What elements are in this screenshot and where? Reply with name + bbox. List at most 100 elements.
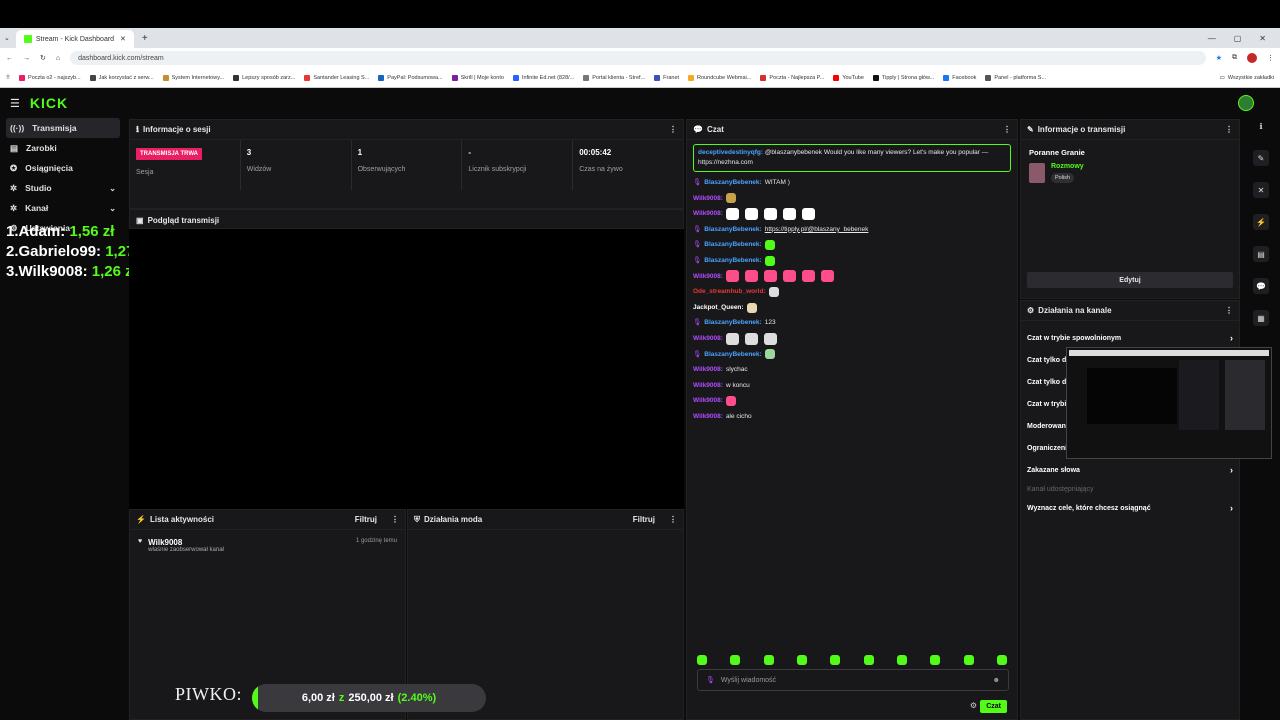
chat-username[interactable]: Wilk9008:: [693, 331, 723, 347]
edit-button[interactable]: Edytuj: [1027, 272, 1233, 288]
bookmark-item[interactable]: Lepszy sposób zarz...: [233, 74, 295, 81]
bookmark-item[interactable]: PayPal: Podsumowa...: [378, 74, 443, 81]
bookmark-item[interactable]: Santander Leasing S...: [304, 74, 369, 81]
bookmark-item[interactable]: Infinite Ed.net (828/...: [512, 74, 574, 81]
activity-user[interactable]: Wilk9008: [148, 538, 224, 547]
sidebar-item-kanał[interactable]: ✲ Kanał ⌄: [6, 198, 120, 218]
channel-actions-menu-icon[interactable]: ⋮: [1225, 306, 1233, 315]
pinned-user[interactable]: deceptivedestinyqfg:: [698, 149, 763, 156]
chat-username[interactable]: BlaszanyBebenek:: [704, 175, 761, 191]
chat-username[interactable]: BlaszanyBebenek:: [704, 253, 761, 269]
chat-username[interactable]: BlaszanyBebenek:: [704, 237, 761, 253]
chevron-down-icon[interactable]: ⌄: [109, 204, 116, 213]
extensions-icon[interactable]: ⧉: [1232, 54, 1237, 62]
channel-action-item[interactable]: Zakazane słowa ›: [1025, 459, 1235, 481]
bookmark-item[interactable]: Facebook: [943, 74, 976, 81]
emote-picker-icon[interactable]: [763, 655, 774, 665]
emote-picker-icon[interactable]: [830, 655, 841, 665]
chat-username[interactable]: Ode_streamhub_world:: [693, 284, 766, 300]
chat-menu-icon[interactable]: ⋮: [1003, 125, 1011, 134]
stream-info-menu-icon[interactable]: ⋮: [1225, 125, 1233, 134]
emoji-icon[interactable]: ☻: [993, 677, 1000, 684]
emote-picker-icon[interactable]: [896, 655, 907, 665]
bolt-rail-icon[interactable]: ⚡: [1253, 214, 1269, 230]
bookmark-item[interactable]: Roundcube Webmai...: [688, 74, 751, 81]
menu-icon[interactable]: ⋮: [1267, 54, 1274, 62]
document-rail-icon[interactable]: ▤: [1253, 246, 1269, 262]
close-tab-icon[interactable]: ✕: [120, 35, 126, 43]
maximize-icon[interactable]: ▢: [1234, 34, 1242, 43]
chat-username[interactable]: Wilk9008:: [693, 393, 723, 409]
chat-rail-icon[interactable]: 💬: [1253, 278, 1269, 294]
emote-picker-icon[interactable]: [863, 655, 874, 665]
chevron-down-icon[interactable]: ⌄: [109, 184, 116, 193]
bookmark-item[interactable]: Poczta o2 - najszyb...: [19, 74, 81, 81]
chat-username[interactable]: Wilk9008:: [693, 191, 723, 207]
bookmark-item[interactable]: Poczta - Najlepsza P...: [760, 74, 824, 81]
stream-preview[interactable]: [129, 229, 684, 509]
chat-text[interactable]: https://tipply.pl/@blaszany_bebenek: [765, 222, 869, 238]
reload-icon[interactable]: ↻: [40, 54, 46, 62]
activity-filter-button[interactable]: Filtruj: [355, 515, 377, 524]
chat-username[interactable]: Wilk9008:: [693, 378, 723, 394]
sidebar-item-zarobki[interactable]: ▤ Zarobki: [6, 138, 120, 158]
sidebar-item-osiągnięcia[interactable]: ✪ Osiągnięcia: [6, 158, 120, 178]
close-window-icon[interactable]: ✕: [1259, 34, 1266, 43]
bookmark-item[interactable]: Jak korzystać z serw...: [89, 74, 154, 81]
activity-item[interactable]: ♥ Wilk9008 właśnie zaobserwował kanał 1 god…: [130, 530, 405, 561]
emote-picker-icon[interactable]: [963, 655, 974, 665]
category-name[interactable]: Rozmowy: [1051, 163, 1084, 170]
sidebar-item-studio[interactable]: ✲ Studio ⌄: [6, 178, 120, 198]
chat-username[interactable]: BlaszanyBebenek:: [704, 347, 761, 363]
chat-username[interactable]: Jackpot_Queen:: [693, 300, 744, 316]
home-icon[interactable]: ⌂: [56, 55, 60, 62]
sidebar-item-transmisja[interactable]: ((·)) Transmisja: [6, 118, 120, 138]
minimize-icon[interactable]: —: [1208, 34, 1216, 43]
all-bookmarks-item[interactable]: ▭ Wszystkie zakładki: [1220, 75, 1274, 81]
apps-icon[interactable]: ⠿: [6, 75, 10, 81]
mod-filter-button[interactable]: Filtruj: [633, 515, 655, 524]
bookmark-item[interactable]: YouTube: [833, 74, 864, 81]
pencil-rail-icon[interactable]: ✎: [1253, 150, 1269, 166]
emote-picker-icon[interactable]: [697, 655, 707, 665]
chat-input[interactable]: 🎙 Wyślij wiadomość ☻: [697, 669, 1009, 691]
bookmark-item[interactable]: Portal klienta - Stref...: [583, 74, 645, 81]
emote-picker-icon[interactable]: [730, 655, 741, 665]
address-bar[interactable]: dashboard.kick.com/stream: [70, 51, 1206, 65]
avatar[interactable]: [1238, 95, 1254, 111]
chat-send-button[interactable]: Czat: [980, 700, 1007, 713]
forward-icon[interactable]: →: [23, 55, 30, 62]
chat-settings-icon[interactable]: ⚙: [970, 701, 977, 710]
chat-username[interactable]: BlaszanyBebenek:: [704, 222, 761, 238]
hamburger-icon[interactable]: ☰: [10, 97, 20, 110]
activity-menu-icon[interactable]: ⋮: [391, 515, 399, 524]
bookmark-item[interactable]: Panel - platforma S...: [985, 74, 1046, 81]
emote-picker-icon[interactable]: [996, 655, 1007, 665]
screen-share-thumbnail[interactable]: [1066, 347, 1272, 459]
star-icon[interactable]: ★: [1216, 54, 1222, 62]
bookmark-item[interactable]: Tipply | Strona głów...: [872, 74, 934, 81]
channel-action-item[interactable]: Czat w trybie spowolnionym ›: [1025, 327, 1235, 349]
emote-picker-icon[interactable]: [796, 655, 807, 665]
tab-list-icon[interactable]: ⌄: [4, 34, 10, 42]
session-menu-icon[interactable]: ⋮: [669, 125, 677, 134]
bookmark-item[interactable]: System Internetowy...: [162, 74, 224, 81]
new-tab-icon[interactable]: +: [142, 33, 148, 44]
info-rail-icon[interactable]: ℹ: [1253, 118, 1269, 134]
chat-username[interactable]: Wilk9008:: [693, 269, 723, 285]
bookmark-item[interactable]: Skrill | Moje konto: [451, 74, 504, 81]
back-icon[interactable]: ←: [6, 55, 13, 62]
chat-messages[interactable]: deceptivedestinyqfg: @blaszanybebenek Wo…: [687, 140, 1017, 429]
chat-username[interactable]: Wilk9008:: [693, 409, 723, 425]
close-rail-icon[interactable]: ✕: [1253, 182, 1269, 198]
mod-menu-icon[interactable]: ⋮: [669, 515, 677, 524]
layout-rail-icon[interactable]: ▦: [1253, 310, 1269, 326]
emote-picker-icon[interactable]: [930, 655, 941, 665]
profile-icon[interactable]: [1247, 53, 1257, 63]
chat-username[interactable]: BlaszanyBebenek:: [704, 315, 761, 331]
chat-username[interactable]: Wilk9008:: [693, 206, 723, 222]
kick-logo[interactable]: KICK: [30, 95, 68, 111]
channel-action-goal[interactable]: Wyznacz cele, które chcesz osiągnąć ›: [1025, 497, 1235, 519]
browser-tab[interactable]: Stream - Kick Dashboard ✕: [15, 30, 134, 48]
bookmark-item[interactable]: Franet: [654, 74, 679, 81]
